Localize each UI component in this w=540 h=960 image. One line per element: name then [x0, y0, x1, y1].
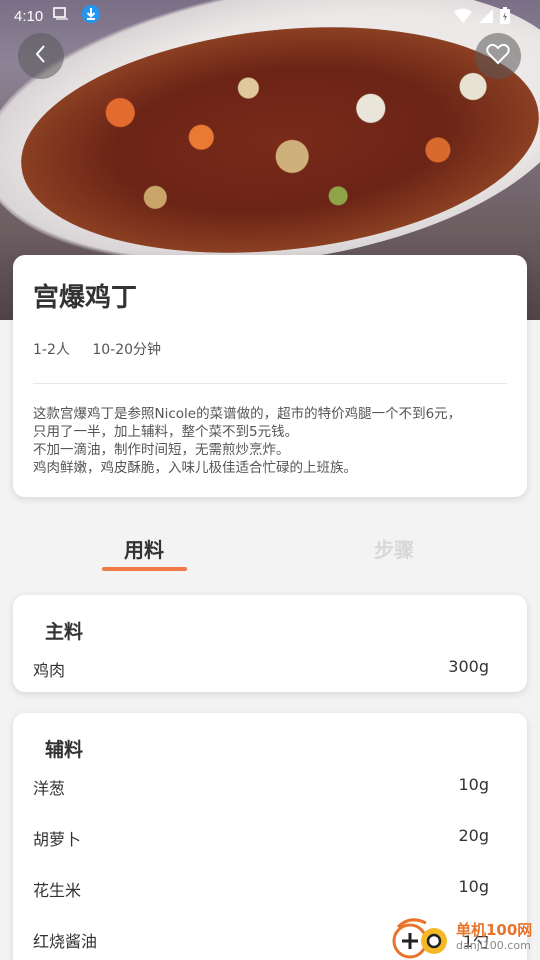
- chevron-left-icon: [34, 44, 48, 68]
- watermark-url: danji100.com: [456, 938, 531, 952]
- ingredient-name: 胡萝卜: [33, 830, 82, 849]
- list-item: 洋葱 10g: [33, 775, 489, 799]
- recipe-tabs: 用料 步骤: [0, 520, 540, 576]
- list-item: 花生米 10g: [33, 877, 489, 901]
- status-bar: 4:10: [0, 0, 540, 32]
- ingredient-name: 红烧酱油: [33, 932, 98, 951]
- ingredient-name: 洋葱: [33, 779, 66, 798]
- list-item: 鸡肉 300g: [33, 657, 489, 681]
- recipe-info-card: 宫爆鸡丁 1-2人 10-20分钟 这款宫爆鸡丁是参照Nicole的菜谱做的，超…: [13, 255, 527, 497]
- recipe-meta: 1-2人 10-20分钟: [33, 339, 161, 359]
- tab-steps[interactable]: 步骤: [374, 534, 414, 563]
- watermark-logo-icon: [390, 915, 452, 959]
- ingredient-name: 鸡肉: [33, 661, 66, 680]
- active-tab-indicator: [102, 567, 187, 571]
- sub-ingredients-title: 辅料: [45, 739, 84, 761]
- sim-card-icon: [53, 7, 71, 25]
- list-item: 胡萝卜 20g: [33, 826, 489, 850]
- servings-label: 1-2人: [33, 342, 70, 358]
- ingredient-name: 花生米: [33, 881, 82, 900]
- ingredient-amount: 300g: [448, 657, 489, 676]
- main-ingredients-title: 主料: [45, 621, 84, 643]
- battery-icon: [500, 7, 510, 28]
- tab-ingredients[interactable]: 用料: [124, 534, 164, 563]
- back-button[interactable]: [18, 33, 64, 79]
- recipe-title: 宫爆鸡丁: [33, 283, 138, 313]
- recipe-description: 这款宫爆鸡丁是参照Nicole的菜谱做的，超市的特价鸡腿一个不到6元， 只用了一…: [33, 406, 462, 476]
- ingredient-amount: 10g: [458, 877, 489, 896]
- watermark-name: 单机100网: [456, 920, 533, 939]
- divider: [33, 383, 507, 384]
- wifi-icon: [454, 8, 472, 28]
- heart-icon: [486, 43, 510, 69]
- watermark: 单机100网 danji100.com: [390, 913, 540, 960]
- main-ingredients-card: 主料 鸡肉 300g: [13, 595, 527, 692]
- ingredient-amount: 20g: [458, 826, 489, 845]
- ingredient-amount: 10g: [458, 775, 489, 794]
- download-icon: [81, 4, 101, 28]
- favorite-button[interactable]: [475, 33, 521, 79]
- duration-label: 10-20分钟: [92, 342, 162, 358]
- signal-icon: [478, 8, 494, 28]
- status-time: 4:10: [14, 7, 44, 25]
